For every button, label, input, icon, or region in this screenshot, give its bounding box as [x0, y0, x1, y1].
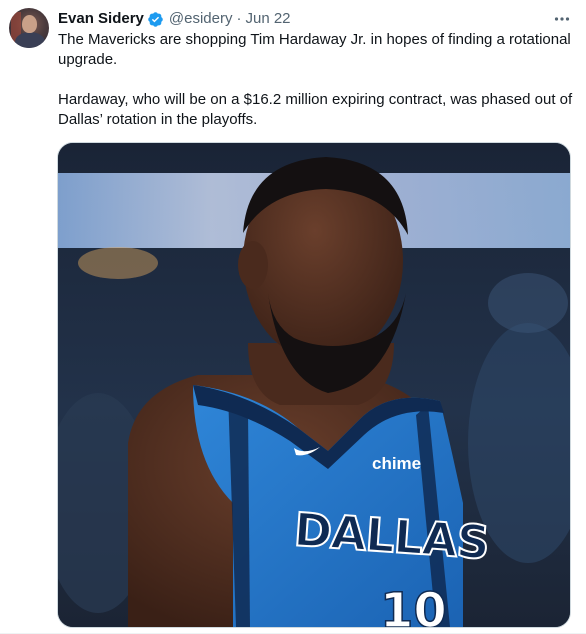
tweet-header: Evan Sidery @esidery · Jun 22: [58, 9, 291, 29]
jersey-sponsor: chime: [372, 454, 421, 473]
avatar-shirt: [15, 32, 45, 48]
author-name[interactable]: Evan Sidery: [58, 9, 144, 29]
tweet-paragraph: Hardaway, who will be on a $16.2 million…: [58, 91, 577, 128]
tweet-photo[interactable]: chime DALLAS 10: [57, 142, 571, 628]
avatar-face: [22, 15, 37, 33]
tweet-card[interactable]: Evan Sidery @esidery · Jun 22 The Maveri…: [0, 0, 586, 634]
separator-dot: ·: [236, 10, 242, 27]
verified-badge-icon: [147, 11, 164, 28]
tweet-date[interactable]: Jun 22: [245, 9, 290, 29]
avatar[interactable]: [9, 8, 49, 48]
player-photo-illustration: chime DALLAS 10: [58, 143, 570, 627]
tweet-text: The Mavericks are shopping Tim Hardaway …: [58, 30, 573, 130]
tweet-paragraph: The Mavericks are shopping Tim Hardaway …: [58, 31, 575, 68]
more-options-icon[interactable]: [552, 9, 572, 29]
author-handle[interactable]: @esidery: [169, 9, 233, 29]
jersey-number: 10: [380, 583, 447, 627]
